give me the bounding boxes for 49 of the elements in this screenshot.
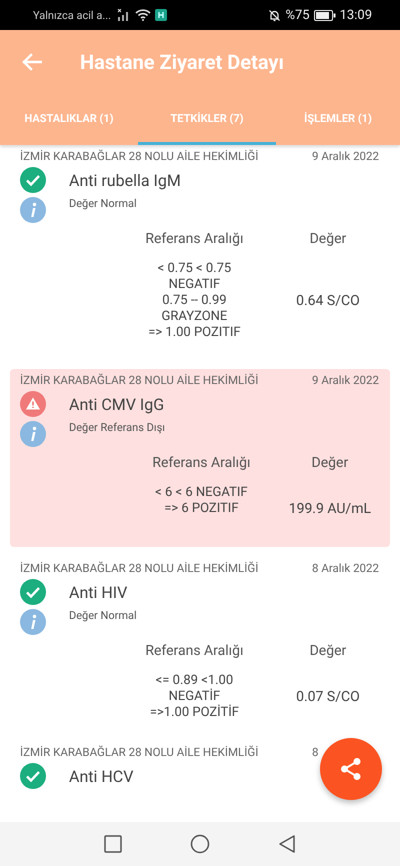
facility-name: İZMİR KARABAĞLAR 28 NOLU AİLE HEKİMLİĞİ xyxy=(20,373,258,387)
reference-range: <= 0.89 <1.00 NEGATİF =>1.00 POZİTİF xyxy=(148,673,240,721)
result-note: Değer Normal xyxy=(69,609,137,622)
back-icon[interactable] xyxy=(278,834,296,854)
notification-text: Yalnızca acil a... xyxy=(33,8,112,22)
value-heading: Değer xyxy=(308,231,348,247)
result-note: Değer Referans Dışı xyxy=(69,421,165,434)
value-heading: Değer xyxy=(308,643,348,659)
battery-percent: %75 xyxy=(285,8,310,22)
screen-title: Hastane Ziyaret Detayı xyxy=(80,50,284,74)
facility-name: İZMİR KARABAĞLAR 28 NOLU AİLE HEKİMLİĞİ xyxy=(20,149,258,163)
test-date: 9 Aralık 2022 xyxy=(312,149,380,163)
bell-off-icon xyxy=(268,8,282,22)
result-value: 0.64 S/CO xyxy=(295,293,361,309)
test-name: Anti CMV IgG xyxy=(69,394,164,414)
result-value: 0.07 S/CO xyxy=(295,689,361,705)
tab[interactable]: HASTALIKLAR (1) xyxy=(0,94,138,145)
reference-range: < 6 < 6 NEGATIF => 6 POZITIF xyxy=(154,485,249,517)
tab[interactable]: İŞLEMLER (1) xyxy=(276,94,400,145)
value-heading: Değer xyxy=(310,455,350,471)
info-icon xyxy=(20,197,46,223)
test-date: 8 xyxy=(312,745,320,759)
home-icon[interactable] xyxy=(190,834,210,854)
reference-range: < 0.75 < 0.75 NEGATIF 0.75 -- 0.99 GRAYZONE => 1.00 POZITIF xyxy=(147,261,242,341)
range-heading: Referans Aralığı xyxy=(151,455,252,471)
result-value: 199.9 AU/mL xyxy=(288,501,372,517)
info-icon xyxy=(20,609,46,635)
wifi-icon xyxy=(135,9,152,21)
check-icon xyxy=(20,579,46,605)
range-heading: Referans Aralığı xyxy=(144,231,244,247)
tab[interactable]: TETKİKLER (7) xyxy=(138,94,276,145)
facility-name: İZMİR KARABAĞLAR 28 NOLU AİLE HEKİMLİĞİ xyxy=(20,745,258,759)
test-name: Anti HIV xyxy=(69,582,128,602)
warning-icon xyxy=(20,391,46,417)
battery-icon xyxy=(314,10,336,20)
facility-name: İZMİR KARABAĞLAR 28 NOLU AİLE HEKİMLİĞİ xyxy=(20,561,258,575)
check-icon xyxy=(20,167,46,193)
test-name: Anti HCV xyxy=(69,766,134,786)
clock: 13:09 xyxy=(340,8,372,22)
test-date: 8 Aralık 2022 xyxy=(312,561,380,575)
test-name: Anti rubella IgM xyxy=(69,170,181,190)
check-icon xyxy=(20,763,46,789)
range-heading: Referans Aralığı xyxy=(144,643,244,659)
test-date: 9 Aralık 2022 xyxy=(312,373,380,387)
share-button[interactable] xyxy=(320,738,382,800)
recent-apps-icon[interactable] xyxy=(104,835,122,853)
info-icon xyxy=(20,421,46,447)
result-note: Değer Normal xyxy=(69,197,137,210)
app-icon xyxy=(155,9,168,21)
